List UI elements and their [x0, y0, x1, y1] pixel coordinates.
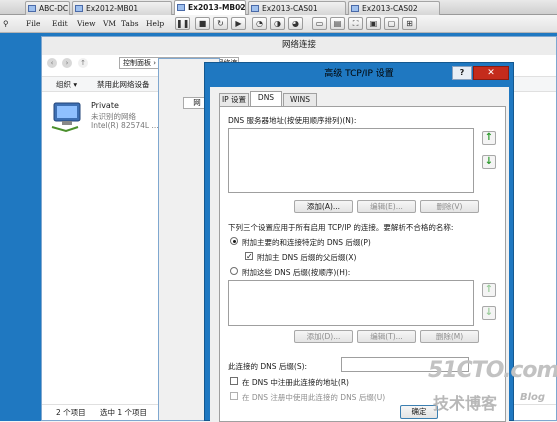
menu-tabs[interactable]: Tabs: [121, 19, 139, 28]
dns-servers-label: DNS 服务器地址(按使用顺序排列)(N):: [228, 116, 357, 125]
vm-tab-ex2013-cas01[interactable]: Ex2013-CAS01: [248, 1, 346, 15]
checkbox-append-parent[interactable]: ✓: [245, 252, 253, 261]
vm-icon: [75, 5, 83, 12]
dns-servers-list[interactable]: [228, 128, 474, 193]
vm-tab-ex2012-mb01[interactable]: Ex2012-MB01: [72, 1, 172, 15]
back-icon[interactable]: ‹: [47, 58, 57, 68]
revert-snapshot-icon[interactable]: ◑: [270, 17, 285, 30]
radio-append-primary[interactable]: [230, 237, 238, 245]
tab-ip-settings[interactable]: IP 设置: [219, 93, 249, 106]
remove-dns-server-button[interactable]: 删除(V): [420, 200, 479, 213]
disable-device-button[interactable]: 禁用此网络设备: [97, 77, 150, 92]
watermark-sub: 技术博客: [433, 394, 498, 413]
move-up-arrow-icon[interactable]: ↑: [482, 131, 496, 145]
suffix-move-down-arrow-icon[interactable]: ↓: [482, 306, 496, 320]
organize-button[interactable]: 组织 ▾: [56, 77, 77, 92]
connection-suffix-label: 此连接的 DNS 后缀(S):: [228, 362, 308, 371]
stop-icon[interactable]: ■: [195, 17, 210, 30]
edit-dns-server-button[interactable]: 编辑(E)...: [357, 200, 416, 213]
sidebar-icon[interactable]: ▭: [312, 17, 327, 30]
thumbnail-icon[interactable]: ▤: [330, 17, 345, 30]
checkbox-use-suffix-label: 在 DNS 注册中使用此连接的 DNS 后缀(U): [242, 393, 386, 402]
checkbox-register-address[interactable]: [230, 377, 238, 385]
checkbox-register-address-label: 在 DNS 中注册此连接的地址(R): [242, 378, 349, 387]
close-button[interactable]: ✕: [473, 66, 509, 80]
close-tab-icon[interactable]: ×: [237, 1, 243, 14]
vm-tab-abc-dc[interactable]: ABC-DC: [25, 1, 70, 15]
reset-icon[interactable]: ↻: [213, 17, 228, 30]
play-icon[interactable]: ▶: [231, 17, 246, 30]
up-icon[interactable]: ↑: [78, 58, 88, 68]
unity-icon[interactable]: ▣: [366, 17, 381, 30]
menu-edit[interactable]: Edit: [52, 19, 68, 28]
radio-append-primary-label: 附加主要的和连接特定的 DNS 后缀(P): [242, 238, 371, 247]
console-view-icon[interactable]: ▢: [384, 17, 399, 30]
help-button[interactable]: ?: [452, 66, 472, 80]
radio-append-these-label: 附加这些 DNS 后缀(按顺序)(H):: [242, 268, 351, 277]
vm-icon: [251, 5, 259, 12]
snapshot-icon[interactable]: ◔: [252, 17, 267, 30]
selected-count: 选中 1 个项目: [100, 408, 148, 417]
network-adapter-icon: [51, 102, 81, 133]
adapter-name: Private: [91, 101, 119, 110]
fullscreen-icon[interactable]: ⛶: [348, 17, 363, 30]
stretch-icon[interactable]: ⊞: [402, 17, 417, 30]
menu-vm[interactable]: VM: [103, 19, 116, 28]
add-dns-server-button[interactable]: 添加(A)...: [294, 200, 353, 213]
item-count: 2 个项目: [56, 408, 86, 417]
vm-icon: [351, 5, 359, 12]
vm-tab-strip: ABC-DC Ex2012-MB01 Ex2013-MB02 × Ex2013-C…: [0, 0, 557, 15]
suffix-move-up-arrow-icon[interactable]: ↑: [482, 283, 496, 297]
vm-icon: [28, 5, 36, 12]
forward-icon[interactable]: ›: [62, 58, 72, 68]
menu-file[interactable]: File: [26, 19, 40, 28]
snapshot-manager-icon[interactable]: ◕: [288, 17, 303, 30]
settings-description: 下列三个设置应用于所有启用 TCP/IP 的连接。要解析不合格的名称:: [228, 223, 454, 232]
vm-tab-ex2013-mb02[interactable]: Ex2013-MB02 ×: [174, 0, 246, 15]
menu-view[interactable]: View: [77, 19, 96, 28]
move-down-arrow-icon[interactable]: ↓: [482, 155, 496, 169]
radio-append-these[interactable]: [230, 267, 238, 275]
menu-pin-icon[interactable]: ⚲: [3, 19, 9, 28]
dns-suffix-list[interactable]: [228, 280, 474, 326]
window-title: 网络连接: [42, 37, 556, 55]
remove-suffix-button[interactable]: 删除(M): [420, 330, 479, 343]
tab-wins[interactable]: WINS: [283, 93, 317, 106]
checkbox-append-parent-label: 附加主 DNS 后缀的父后缀(X): [257, 253, 357, 262]
vm-tab-ex2013-cas02[interactable]: Ex2013-CAS02: [348, 1, 440, 15]
vm-icon: [177, 4, 185, 11]
edit-suffix-button[interactable]: 编辑(T)...: [357, 330, 416, 343]
pause-icon[interactable]: ❚❚: [175, 17, 190, 30]
add-suffix-button[interactable]: 添加(D)...: [294, 330, 353, 343]
adapter-device: Intel(R) 82574L ...: [91, 121, 159, 130]
checkbox-use-suffix[interactable]: [230, 392, 238, 400]
menu-help[interactable]: Help: [146, 19, 164, 28]
adapter-item[interactable]: Private 未识别的网络 Intel(R) 82574L ...: [46, 97, 159, 141]
watermark-blog: Blog: [520, 392, 546, 403]
watermark-site: 51CTO.com: [428, 358, 557, 383]
vm-menu-bar: ⚲ File Edit View VM Tabs Help ❚❚ ■ ↻ ▶ ◔…: [0, 15, 557, 33]
tab-dns[interactable]: DNS: [250, 91, 282, 106]
